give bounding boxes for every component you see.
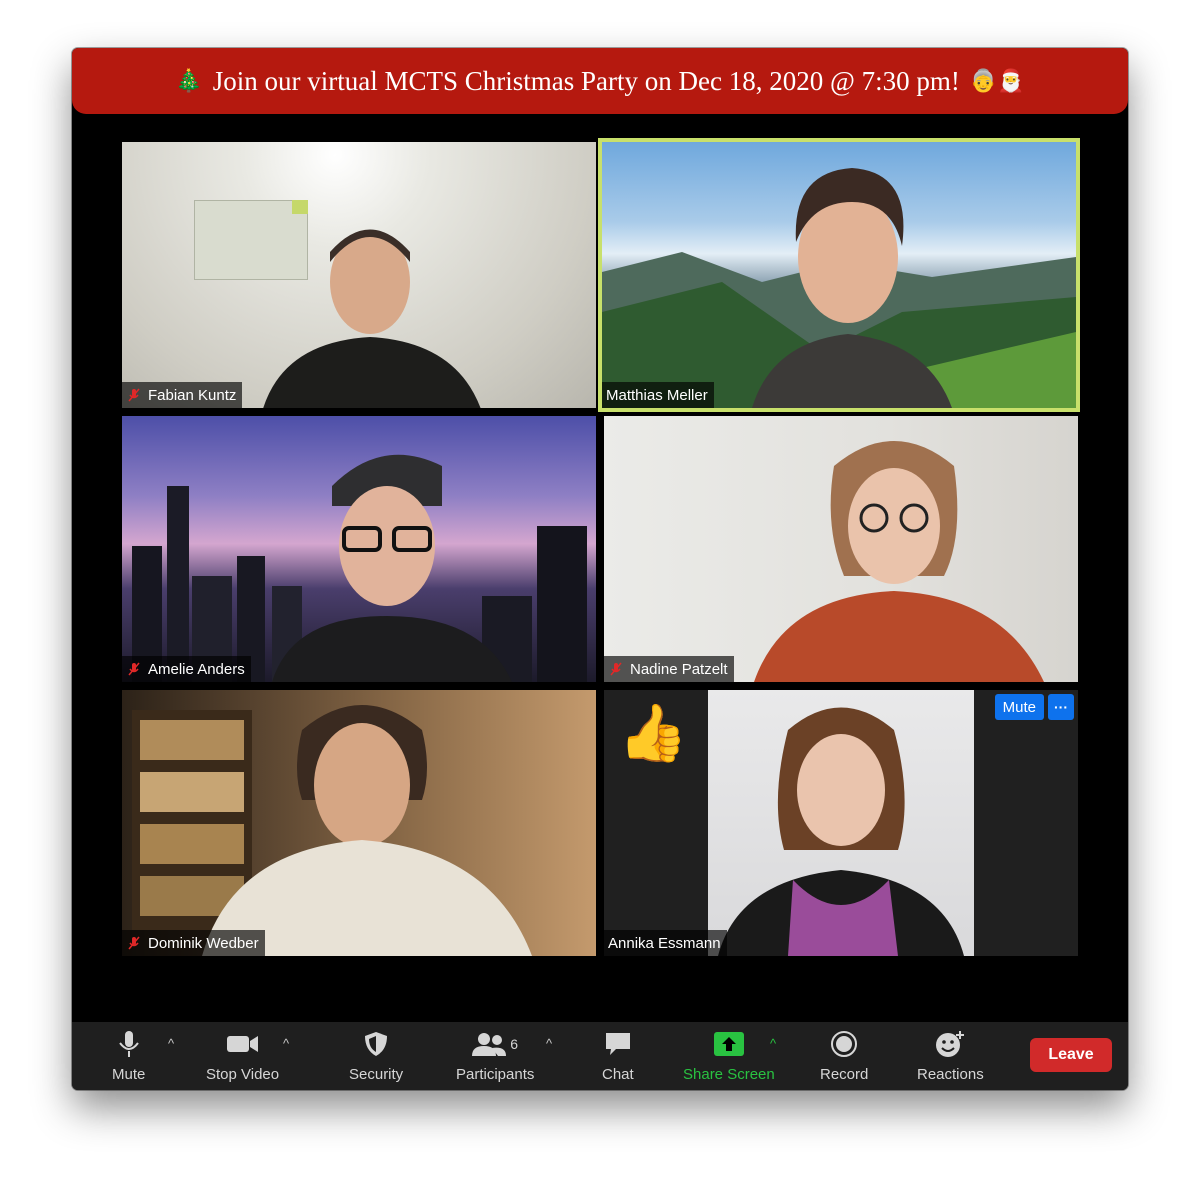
video-options-chevron-icon[interactable]: ^ (283, 1036, 289, 1051)
reactions-button[interactable]: Reactions (917, 1028, 984, 1083)
mute-participant-button[interactable]: Mute (994, 694, 1044, 720)
mute-button[interactable]: Mute (112, 1028, 145, 1083)
participant-name: Annika Essmann (608, 934, 721, 952)
record-icon (830, 1028, 858, 1060)
audio-options-chevron-icon[interactable]: ^ (168, 1036, 174, 1051)
mic-muted-icon (126, 935, 142, 951)
mic-muted-icon (126, 387, 142, 403)
video-tile[interactable]: Dominik Wedber (122, 690, 596, 956)
banner-text: Join our virtual MCTS Christmas Party on… (212, 65, 960, 96)
participant-name: Matthias Meller (606, 386, 708, 404)
zoom-meeting-window: 🎄 Join our virtual MCTS Christmas Party … (72, 48, 1128, 1090)
share-screen-button[interactable]: Share Screen (683, 1028, 775, 1083)
participant-name: Dominik Wedber (148, 934, 259, 952)
participant-name-tag: Matthias Meller (602, 382, 714, 408)
person-silhouette (202, 705, 532, 956)
participant-name-tag: Fabian Kuntz (122, 382, 243, 408)
participant-name-tag: Dominik Wedber (122, 930, 265, 956)
christmas-tree-icon: 🎄 (175, 68, 203, 94)
party-banner: 🎄 Join our virtual MCTS Christmas Party … (72, 48, 1128, 114)
record-button[interactable]: Record (820, 1028, 868, 1083)
security-button[interactable]: Security (349, 1028, 403, 1083)
share-options-chevron-icon[interactable]: ^ (770, 1036, 776, 1051)
participant-name: Fabian Kuntz (148, 386, 237, 404)
participant-name-tag: Nadine Patzelt (604, 656, 734, 682)
person-silhouette (752, 168, 952, 408)
person-silhouette (718, 707, 964, 956)
participant-name: Amelie Anders (148, 660, 245, 678)
participants-button[interactable]: 6 Participants (456, 1028, 534, 1083)
mic-muted-icon (608, 661, 624, 677)
participants-options-chevron-icon[interactable]: ^ (546, 1036, 552, 1051)
participants-icon (472, 1033, 507, 1056)
shield-icon (363, 1028, 389, 1060)
stop-video-button[interactable]: Stop Video (206, 1028, 279, 1083)
more-options-button[interactable]: ··· (1048, 694, 1074, 720)
person-silhouette (272, 454, 512, 682)
chat-bubble-icon (604, 1028, 632, 1060)
santa-icon: 👵🎅 (969, 68, 1025, 94)
person-silhouette (754, 441, 1044, 682)
chat-button[interactable]: Chat (602, 1028, 634, 1083)
participants-count: 6 (510, 1036, 519, 1052)
mic-muted-icon (126, 661, 142, 677)
participant-name-tag: Annika Essmann (604, 930, 727, 956)
leave-meeting-button[interactable]: Leave (1030, 1038, 1112, 1072)
person-silhouette (263, 229, 481, 408)
share-screen-icon (713, 1028, 744, 1060)
video-camera-icon (226, 1028, 260, 1060)
participant-name-tag: Amelie Anders (122, 656, 251, 682)
smiley-plus-icon (934, 1028, 966, 1060)
meeting-toolbar: Mute ^ Stop Video ^ Security 6 Participa… (72, 1022, 1128, 1090)
thumbs-up-reaction: 👍 (618, 701, 688, 764)
video-tile[interactable]: Fabian Kuntz (122, 142, 596, 408)
video-tile-active[interactable]: Matthias Meller (598, 138, 1080, 412)
video-tile[interactable]: 👍 Mute ··· Annika Essmann (604, 690, 1078, 956)
video-tile[interactable]: Amelie Anders (122, 416, 596, 682)
participant-name: Nadine Patzelt (630, 660, 728, 678)
video-tile[interactable]: Nadine Patzelt (604, 416, 1078, 682)
microphone-icon (117, 1028, 141, 1060)
